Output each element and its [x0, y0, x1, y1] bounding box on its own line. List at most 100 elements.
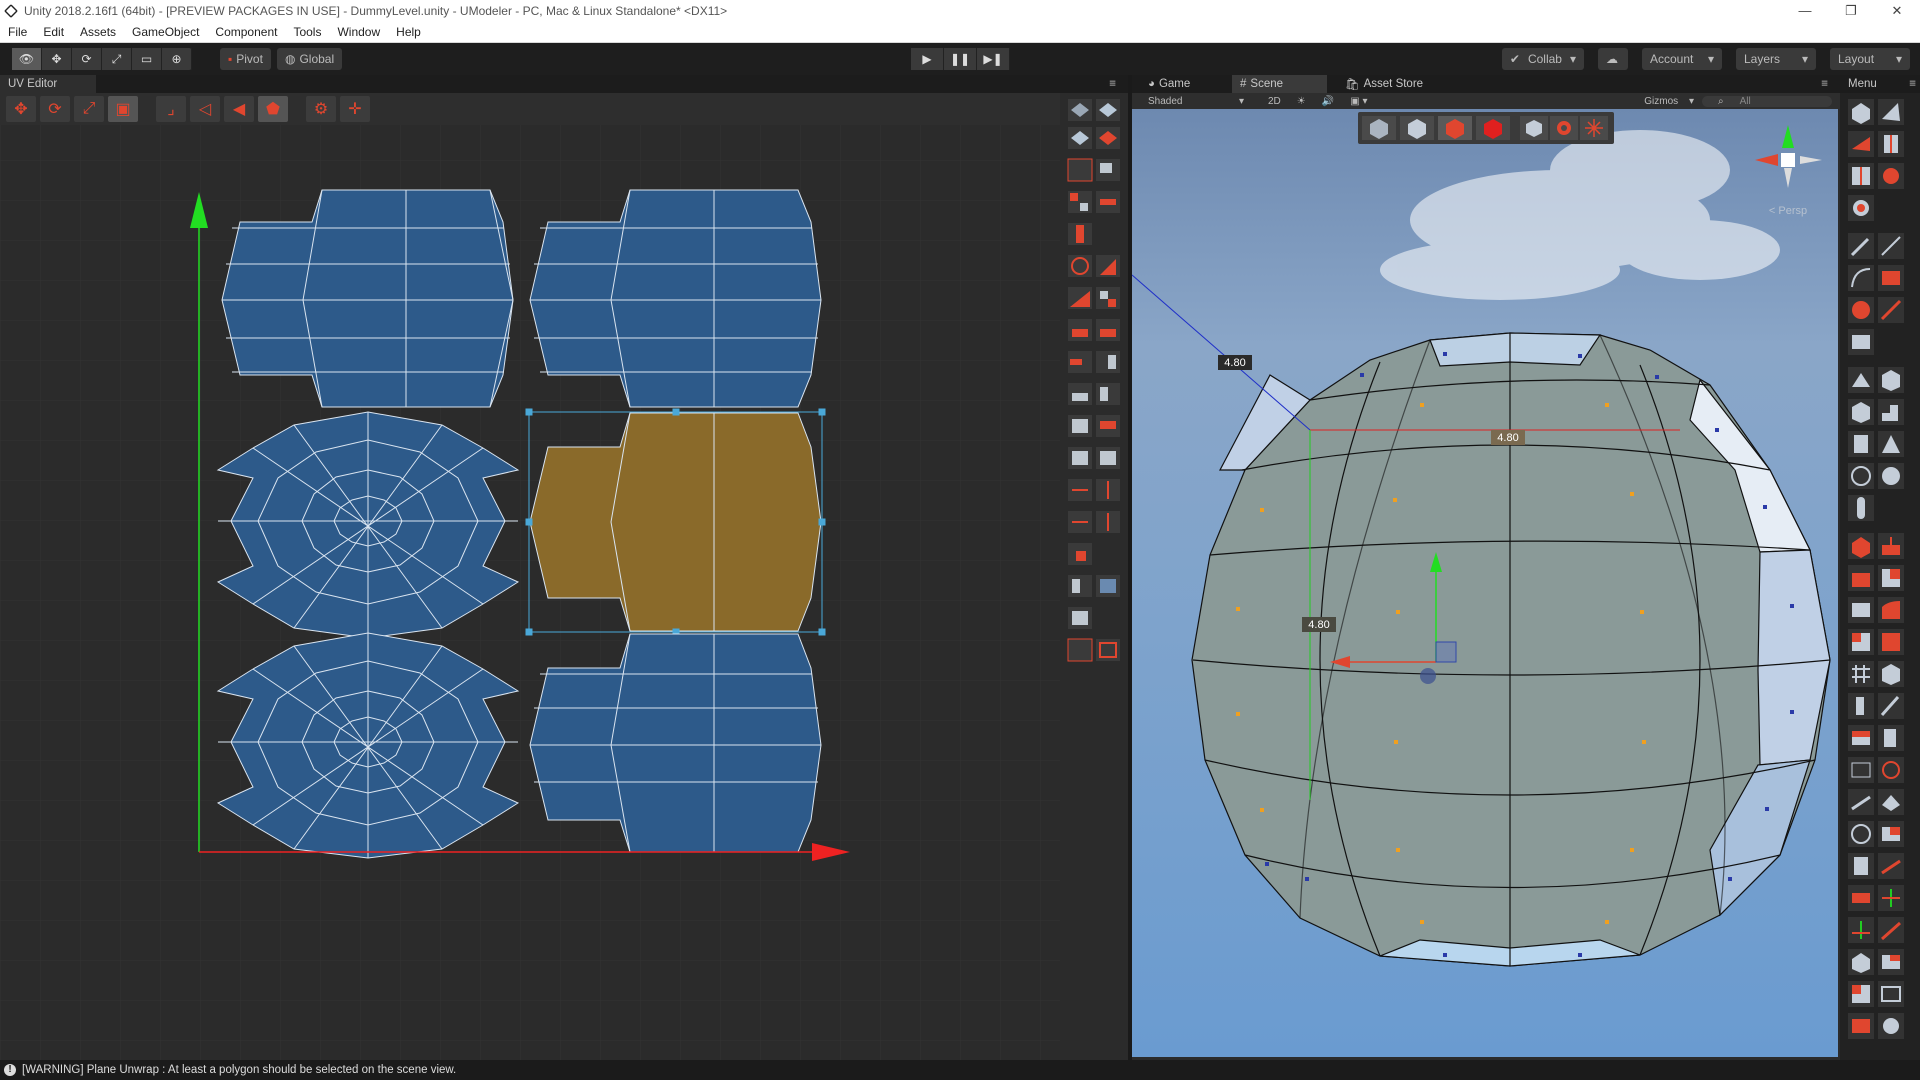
tool-icon[interactable]	[1848, 533, 1874, 559]
tool-icon[interactable]	[1878, 565, 1904, 591]
rotate-tool-icon[interactable]: ⟳	[72, 48, 102, 70]
menu-gameobject[interactable]: GameObject	[124, 25, 207, 39]
uv-tool-icon[interactable]	[1068, 415, 1092, 437]
uv-rotate-icon[interactable]: ⟳	[40, 96, 70, 122]
tab-uv-editor[interactable]: UV Editor	[0, 75, 96, 93]
move-tool-icon[interactable]: ✥	[42, 48, 72, 70]
tool-icon[interactable]	[1848, 597, 1874, 623]
tool-icon[interactable]	[1878, 99, 1904, 125]
tool-icon[interactable]	[1848, 853, 1874, 879]
vertex-select-icon[interactable]	[1362, 116, 1396, 140]
mesh-toggle-icon[interactable]	[1520, 116, 1548, 140]
menu-assets[interactable]: Assets	[72, 25, 124, 39]
tool-icon[interactable]	[1878, 1013, 1904, 1039]
account-dropdown[interactable]: Account ▾	[1642, 48, 1722, 70]
settings-gear-icon[interactable]	[1550, 116, 1578, 140]
uv-tool-icon[interactable]	[1068, 383, 1092, 405]
tool-icon[interactable]	[1878, 725, 1904, 751]
panel-menu-icon[interactable]: ≡	[1101, 75, 1124, 93]
tool-icon[interactable]	[1848, 1013, 1874, 1039]
uv-canvas[interactable]	[0, 125, 1060, 1060]
uv-face-mode-icon[interactable]: ◀	[224, 96, 254, 122]
stairs-tool-icon[interactable]	[1878, 399, 1904, 425]
uv-island[interactable]	[216, 632, 520, 859]
grid-tool-icon[interactable]	[1848, 661, 1874, 687]
tool-icon[interactable]	[1848, 367, 1874, 393]
curve-tool-icon[interactable]	[1848, 265, 1874, 291]
scene-panel-menu-icon[interactable]: ≡	[1813, 75, 1836, 93]
orientation-gizmo[interactable]: < Persp	[1755, 125, 1822, 217]
cloud-button[interactable]: ☁	[1598, 48, 1628, 70]
extrude-tool-icon[interactable]	[1878, 533, 1904, 559]
uv-tool-icon[interactable]	[1068, 255, 1092, 277]
minimize-button[interactable]: —	[1782, 0, 1828, 22]
uv-tool-icon[interactable]	[1068, 223, 1092, 245]
uv-tool-icon[interactable]	[1096, 287, 1120, 309]
scene-view[interactable]: 4.80 4.80 4.80 < Persp	[1132, 109, 1838, 1057]
uv-tool-icon[interactable]	[1068, 479, 1092, 501]
menu-window[interactable]: Window	[329, 25, 388, 39]
uv-tool-icon[interactable]	[1096, 447, 1120, 469]
play-button[interactable]: ▶	[911, 48, 944, 70]
tool-icon[interactable]	[1848, 949, 1874, 975]
uv-tool-icon[interactable]	[1068, 575, 1092, 597]
uv-tool-icon[interactable]	[1068, 319, 1092, 341]
menu-component[interactable]: Component	[207, 25, 285, 39]
uv-island[interactable]	[216, 411, 520, 639]
uv-tool-icon[interactable]	[1096, 255, 1120, 277]
uv-tool-icon[interactable]	[1096, 415, 1120, 437]
tool-icon[interactable]	[1848, 131, 1874, 157]
face-select-icon[interactable]	[1438, 116, 1472, 140]
uv-island[interactable]	[221, 189, 514, 408]
uv-edge-mode-icon[interactable]: ◁	[190, 96, 220, 122]
tool-icon[interactable]	[1848, 99, 1874, 125]
tab-asset-store[interactable]: 🛍 Asset Store	[1337, 75, 1431, 93]
tool-icon[interactable]	[1848, 757, 1874, 783]
uv-scale-icon[interactable]: ⤢	[74, 96, 104, 122]
tool-icon[interactable]	[1848, 399, 1874, 425]
uv-tool-icon[interactable]	[1068, 127, 1092, 149]
lighting-toggle-icon[interactable]: ☀	[1289, 96, 1314, 107]
uv-object-mode-icon[interactable]: ⬟	[258, 96, 288, 122]
uv-tool-icon[interactable]	[1096, 319, 1120, 341]
uv-tool-icon[interactable]	[1096, 479, 1120, 501]
audio-toggle-icon[interactable]: 🔊	[1314, 96, 1342, 107]
shading-mode-dropdown[interactable]: Shaded ▾	[1132, 96, 1260, 107]
toggle-2d-button[interactable]: 2D	[1260, 96, 1289, 107]
uv-tool-icon[interactable]	[1067, 638, 1093, 662]
tool-icon[interactable]	[1878, 789, 1904, 815]
gizmos-dropdown[interactable]: Gizmos ▾	[1628, 96, 1702, 107]
layers-dropdown[interactable]: Layers ▾	[1736, 48, 1816, 70]
tool-icon[interactable]	[1878, 853, 1904, 879]
spiral-tool-icon[interactable]	[1848, 463, 1874, 489]
tool-icon[interactable]	[1848, 163, 1874, 189]
uv-vertex-mode-icon[interactable]: ⌟	[156, 96, 186, 122]
tool-icon[interactable]	[1848, 629, 1874, 655]
uv-tool-icon[interactable]	[1096, 511, 1120, 533]
scene-search-field[interactable]: ⌕ All	[1702, 95, 1832, 107]
uv-tool-icon[interactable]	[1068, 447, 1092, 469]
tool-icon[interactable]	[1878, 163, 1904, 189]
uv-tool-icon[interactable]	[1068, 511, 1092, 533]
uv-rect-icon[interactable]: ▣	[108, 96, 138, 122]
tool-icon[interactable]	[1848, 725, 1874, 751]
tool-icon[interactable]	[1848, 885, 1874, 911]
cylinder-tool-icon[interactable]	[1848, 431, 1874, 457]
arc-tool-icon[interactable]	[1878, 297, 1904, 323]
tool-icon[interactable]	[1878, 949, 1904, 975]
step-button[interactable]: ▶❚	[977, 48, 1010, 70]
uv-island[interactable]	[529, 189, 822, 408]
pivot-toggle[interactable]: ▪ Pivot	[220, 48, 271, 70]
pause-button[interactable]: ❚❚	[944, 48, 977, 70]
tool-icon[interactable]	[1848, 565, 1874, 591]
tool-icon[interactable]	[1878, 981, 1904, 1007]
tool-icon[interactable]	[1848, 917, 1874, 943]
knife-tool-icon[interactable]	[1878, 693, 1904, 719]
uv-tool-icon[interactable]	[1068, 543, 1092, 565]
tool-icon[interactable]	[1878, 629, 1904, 655]
uv-tool-icon[interactable]	[1068, 607, 1092, 629]
view-tool-eye-icon[interactable]: 👁	[12, 48, 42, 70]
uv-tool-icon[interactable]	[1096, 191, 1120, 213]
tool-icon[interactable]	[1878, 885, 1904, 911]
rect-tool-icon[interactable]	[1878, 265, 1904, 291]
